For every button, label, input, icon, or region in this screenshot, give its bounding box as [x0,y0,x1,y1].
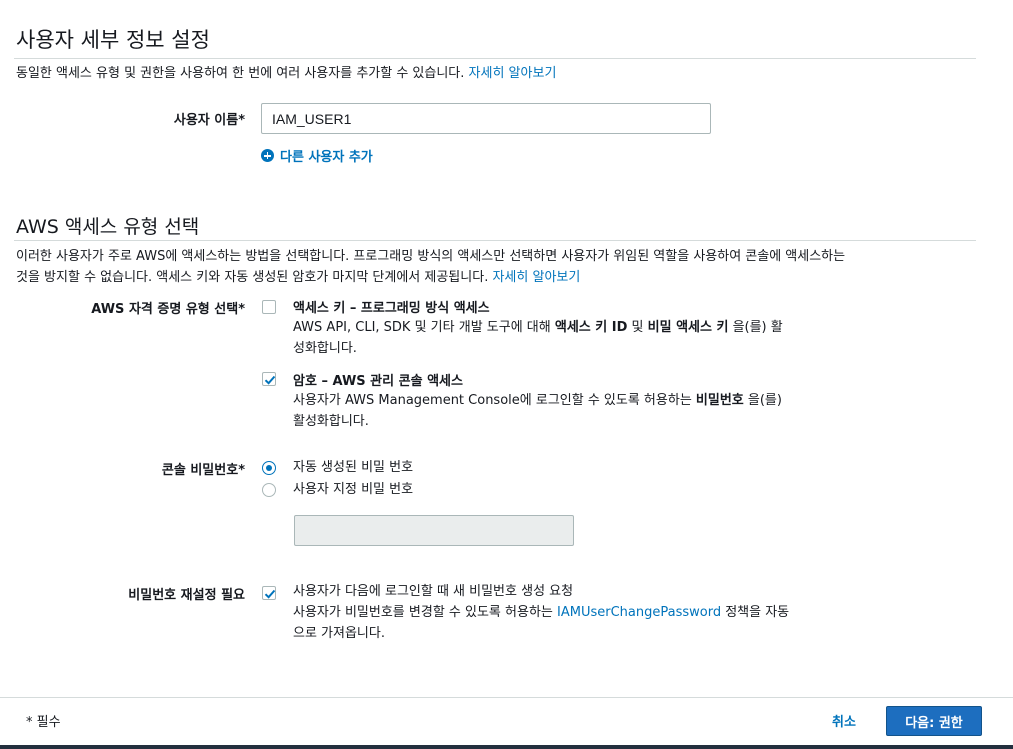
username-input[interactable] [261,103,711,134]
require-reset-checkbox[interactable] [262,586,276,600]
check-icon [264,589,276,599]
password-reset-description: 사용자가 다음에 로그인할 때 새 비밀번호 생성 요청 사용자가 비밀번호를 … [293,584,790,641]
password-reset-label: 비밀번호 재설정 필요 [128,588,245,603]
access-key-title: 액세스 키 – 프로그래밍 방식 액세스 [293,301,490,316]
add-user-label: 다른 사용자 추가 [280,150,373,165]
required-note: * 필수 [26,715,61,730]
details-description: 동일한 액세스 유형 및 권한을 사용하여 한 번에 여러 사용자를 추가할 수… [16,63,556,84]
access-key-checkbox[interactable] [262,300,276,314]
username-label: 사용자 이름* [173,113,245,128]
details-description-text: 동일한 액세스 유형 및 권한을 사용하여 한 번에 여러 사용자를 추가할 수… [16,66,465,81]
learn-more-link[interactable]: 자세히 알아보기 [469,66,557,81]
console-access-checkbox[interactable] [262,372,276,386]
credential-type-label: AWS 자격 증명 유형 선택* [91,302,245,317]
access-type-title: AWS 액세스 유형 선택 [16,216,200,238]
footer-divider [0,697,1013,698]
access-key-description: AWS API, CLI, SDK 및 기타 개발 도구에 대해 액세스 키 I… [293,320,783,356]
console-password-label: 콘솔 비밀번호* [161,463,245,478]
custom-password-label: 사용자 지정 비밀 번호 [293,482,414,497]
bottom-bar [0,745,1013,749]
access-description: 이러한 사용자가 주로 AWS에 액세스하는 방법을 선택합니다. 프로그래밍 … [16,246,845,288]
radio-selected-dot [266,465,272,471]
divider [14,240,976,241]
console-access-title: 암호 – AWS 관리 콘솔 액세스 [293,374,463,389]
policy-link[interactable]: IAMUserChangePassword [557,605,721,620]
console-access-description: 사용자가 AWS Management Console에 로그인할 수 있도록 … [293,393,782,429]
page-title: 사용자 세부 정보 설정 [16,28,210,52]
auto-generated-password-radio[interactable] [262,461,276,475]
learn-more-link[interactable]: 자세히 알아보기 [492,270,580,285]
custom-password-radio[interactable] [262,483,276,497]
access-description-line1: 이러한 사용자가 주로 AWS에 액세스하는 방법을 선택합니다. 프로그래밍 … [16,249,846,264]
check-icon [264,375,276,385]
add-another-user-button[interactable]: 다른 사용자 추가 [261,146,373,165]
auto-generated-password-label: 자동 생성된 비밀 번호 [293,460,414,475]
cancel-button[interactable]: 취소 [832,711,856,730]
divider [14,58,976,59]
next-permissions-button[interactable]: 다음: 권한 [886,706,982,736]
custom-password-input[interactable] [294,515,574,546]
plus-circle-icon [261,149,274,162]
access-description-line2: 것을 방지할 수 없습니다. 액세스 키와 자동 생성된 암호가 마지막 단계에… [16,270,489,285]
